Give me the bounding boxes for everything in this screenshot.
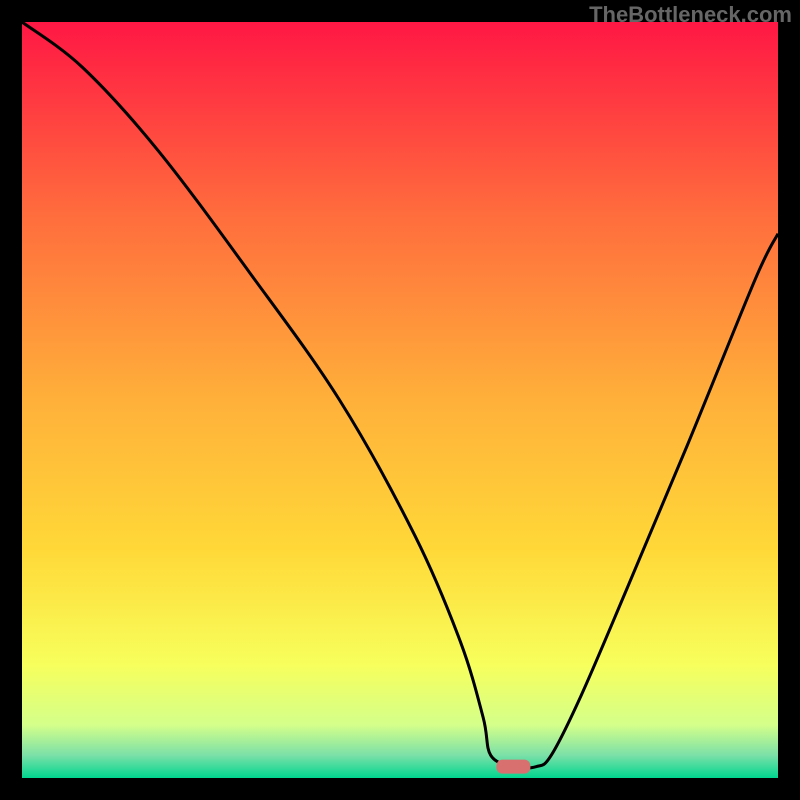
gradient-background (22, 22, 778, 778)
optimal-marker (496, 760, 530, 774)
bottleneck-chart (0, 0, 800, 800)
chart-container: TheBottleneck.com (0, 0, 800, 800)
watermark-text: TheBottleneck.com (589, 2, 792, 28)
